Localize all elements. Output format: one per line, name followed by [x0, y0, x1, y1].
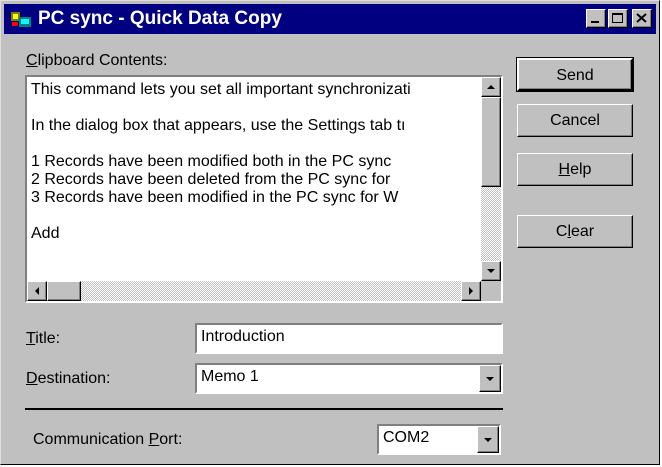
- scroll-corner: [481, 281, 501, 301]
- close-button[interactable]: [632, 9, 652, 28]
- arrow-left-icon: [35, 287, 39, 295]
- communication-port-select[interactable]: COM2: [377, 424, 501, 455]
- quick-data-copy-dialog: PC sync - Quick Data Copy Clipboard Cont…: [0, 0, 660, 465]
- clipboard-text[interactable]: This command lets you set all important …: [27, 77, 481, 281]
- arrow-right-icon: [469, 287, 473, 295]
- close-icon: [636, 13, 647, 23]
- scroll-down-button[interactable]: [481, 261, 501, 281]
- divider: [25, 408, 503, 410]
- horizontal-scroll-thumb[interactable]: [47, 281, 81, 301]
- destination-label: Destination:: [26, 370, 111, 387]
- maximize-icon: [612, 13, 623, 23]
- vertical-scroll-thumb[interactable]: [481, 97, 501, 187]
- window-title: PC sync - Quick Data Copy: [38, 8, 282, 29]
- clipboard-line: In the dialog box that appears, use the …: [31, 117, 406, 134]
- maximize-button[interactable]: [608, 9, 628, 28]
- destination-select[interactable]: Memo 1: [195, 363, 503, 394]
- clipboard-line: [31, 99, 477, 117]
- horizontal-scrollbar[interactable]: [27, 281, 481, 301]
- title-label: Title:: [26, 330, 61, 347]
- help-button-label: Help: [558, 161, 592, 178]
- arrow-down-icon: [487, 269, 495, 273]
- clipboard-contents-box[interactable]: This command lets you set all important …: [25, 75, 503, 303]
- send-button[interactable]: Send: [516, 57, 634, 92]
- destination-dropdown-button[interactable]: [479, 365, 501, 392]
- scroll-left-button[interactable]: [27, 281, 47, 301]
- send-button-label: Send: [556, 67, 594, 84]
- port-dropdown-button[interactable]: [477, 426, 499, 453]
- vertical-scrollbar[interactable]: [481, 77, 501, 281]
- clipboard-line: 3 Records have been modified in the PC s…: [31, 189, 399, 206]
- destination-value: Memo 1: [201, 368, 259, 385]
- minimize-button[interactable]: [586, 9, 606, 28]
- help-button[interactable]: Help: [517, 153, 633, 186]
- clipboard-line: [31, 135, 477, 153]
- cancel-button[interactable]: Cancel: [517, 104, 633, 137]
- app-icon: [11, 12, 31, 27]
- clipboard-line: This command lets you set all important …: [31, 81, 411, 98]
- clipboard-line: 2 Records have been deleted from the PC …: [31, 171, 391, 188]
- scroll-right-button[interactable]: [461, 281, 481, 301]
- chevron-down-icon: [486, 376, 494, 381]
- title-input-value: Introduction: [201, 328, 285, 345]
- title-bar[interactable]: PC sync - Quick Data Copy: [4, 4, 656, 34]
- clipboard-label: Clipboard Contents:: [26, 52, 168, 69]
- scroll-up-button[interactable]: [481, 77, 501, 97]
- minimize-icon: [591, 21, 599, 23]
- communication-port-value: COM2: [383, 429, 430, 446]
- clear-button-label: Clear: [555, 223, 595, 240]
- clipboard-line: [31, 207, 477, 225]
- clipboard-line: 1 Records have been modified both in the…: [31, 153, 392, 170]
- communication-port-label: Communication Port:: [33, 431, 183, 448]
- cancel-button-label: Cancel: [550, 112, 600, 129]
- clear-button[interactable]: Clear: [517, 215, 633, 248]
- title-input[interactable]: Introduction: [195, 323, 503, 354]
- arrow-up-icon: [487, 85, 495, 89]
- clipboard-line: Add: [31, 225, 60, 242]
- chevron-down-icon: [484, 437, 492, 442]
